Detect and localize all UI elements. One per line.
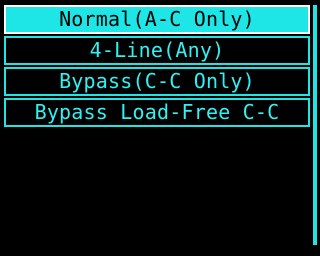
scrollbar[interactable] — [313, 5, 317, 245]
menu-item-normal[interactable]: Normal(A-C Only) — [4, 5, 310, 34]
menu-item-bypass-load-free[interactable]: Bypass Load-Free C-C — [4, 98, 310, 127]
menu-item-bypass[interactable]: Bypass(C-C Only) — [4, 67, 310, 96]
scrollbar-thumb[interactable] — [313, 5, 317, 245]
mode-menu: Normal(A-C Only) 4-Line(Any) Bypass(C-C … — [4, 5, 310, 129]
menu-item-4-line[interactable]: 4-Line(Any) — [4, 36, 310, 65]
